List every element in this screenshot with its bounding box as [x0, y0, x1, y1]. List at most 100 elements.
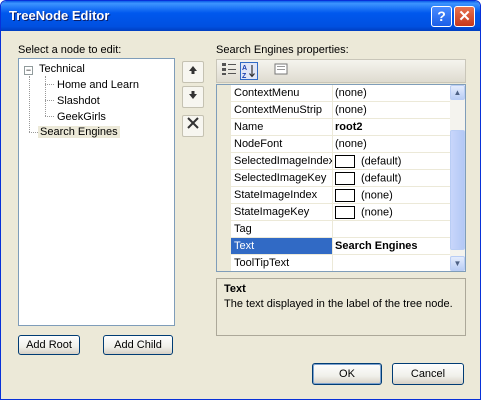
row-margin — [217, 204, 231, 221]
add-root-button[interactable]: Add Root — [18, 335, 80, 355]
treenode-editor-window: TreeNode Editor ? ✕ Select a node to edi… — [0, 0, 481, 400]
property-row[interactable]: ContextMenuStrip (none) — [217, 102, 450, 119]
move-up-button[interactable] — [182, 61, 204, 83]
property-name: SelectedImageIndex — [234, 155, 332, 167]
property-grid[interactable]: ContextMenu (none) ContextMenuStrip (non… — [216, 84, 466, 272]
row-margin — [217, 221, 231, 238]
scroll-down-arrow-icon[interactable]: ▼ — [450, 256, 465, 271]
property-row[interactable]: ContextMenu (none) — [217, 85, 450, 102]
cancel-button[interactable]: Cancel — [392, 363, 464, 385]
scroll-thumb[interactable] — [450, 130, 465, 250]
tree-line — [29, 76, 30, 132]
property-value-text: (default) — [361, 172, 402, 185]
row-margin — [217, 119, 231, 136]
image-swatch — [335, 189, 355, 202]
move-down-button[interactable] — [182, 86, 204, 108]
property-pages-icon — [274, 63, 288, 75]
window-title: TreeNode Editor — [9, 8, 110, 23]
row-margin — [217, 85, 231, 102]
property-row-selected[interactable]: Text Search Engines — [217, 238, 450, 255]
row-margin — [217, 170, 231, 187]
select-node-label: Select a node to edit: — [18, 44, 122, 56]
property-value[interactable]: (none) — [335, 138, 367, 150]
row-margin — [217, 255, 231, 271]
close-button[interactable]: ✕ — [454, 6, 475, 27]
image-swatch — [335, 206, 355, 219]
property-row[interactable]: ToolTipText — [217, 255, 450, 271]
property-row[interactable]: Name root2 — [217, 119, 450, 136]
row-margin — [217, 238, 231, 255]
property-row[interactable]: SelectedImageKey (default) — [217, 170, 450, 187]
column-separator — [332, 204, 333, 221]
property-value-text: (none) — [361, 189, 393, 202]
column-separator — [332, 102, 333, 119]
property-row[interactable]: Tag — [217, 221, 450, 238]
property-row[interactable]: StateImageKey (none) — [217, 204, 450, 221]
property-row[interactable]: NodeFont (none) — [217, 136, 450, 153]
property-name: ContextMenuStrip — [234, 104, 323, 116]
property-name: Text — [234, 240, 255, 252]
svg-text:Z: Z — [242, 73, 247, 79]
arrow-up-icon — [189, 66, 197, 74]
categorized-icon — [222, 63, 236, 75]
row-margin — [217, 153, 231, 170]
property-row[interactable]: StateImageIndex (none) — [217, 187, 450, 204]
property-value-text: (default) — [361, 155, 402, 168]
property-name: Name — [234, 121, 264, 133]
delete-node-button[interactable] — [182, 115, 204, 137]
column-separator — [332, 119, 333, 136]
property-value[interactable]: (default) — [335, 172, 401, 185]
column-separator — [332, 153, 333, 170]
column-separator — [332, 221, 333, 238]
image-swatch — [335, 172, 355, 185]
categorized-view-button[interactable] — [220, 62, 238, 80]
tree-line — [45, 76, 46, 116]
column-separator — [332, 238, 333, 255]
property-value[interactable]: Search Engines — [335, 240, 418, 252]
property-value[interactable]: (none) — [335, 189, 393, 202]
delete-x-icon — [187, 117, 199, 129]
property-value-text: (none) — [361, 206, 393, 219]
property-value[interactable]: (none) — [335, 104, 367, 116]
column-separator — [332, 170, 333, 187]
column-separator — [332, 136, 333, 153]
column-separator — [332, 85, 333, 102]
tree-node-geekgirls[interactable]: GeekGirls — [57, 111, 106, 123]
property-value[interactable]: (none) — [335, 206, 393, 219]
property-name: ToolTipText — [234, 257, 290, 269]
property-name: StateImageKey — [234, 206, 310, 218]
column-separator — [332, 255, 333, 271]
row-margin — [217, 187, 231, 204]
property-name: StateImageIndex — [234, 189, 318, 201]
alphabetical-view-button[interactable]: A Z — [240, 62, 258, 80]
property-pages-button[interactable] — [272, 62, 290, 80]
tree-node-home-and-learn[interactable]: Home and Learn — [57, 79, 139, 91]
ok-button[interactable]: OK — [312, 363, 382, 385]
properties-label: Search Engines properties: — [216, 44, 349, 56]
help-button[interactable]: ? — [431, 6, 452, 27]
tree-node-technical[interactable]: Technical — [39, 63, 85, 75]
tree-node-search-engines[interactable]: Search Engines — [38, 126, 120, 138]
property-row[interactable]: SelectedImageIndex (default) — [217, 153, 450, 170]
description-panel: Text The text displayed in the label of … — [216, 278, 466, 336]
image-swatch — [335, 155, 355, 168]
property-name: ContextMenu — [234, 87, 300, 99]
property-value[interactable]: (none) — [335, 87, 367, 99]
property-value[interactable]: (default) — [335, 155, 401, 168]
row-margin — [217, 102, 231, 119]
property-value[interactable]: root2 — [335, 121, 363, 133]
property-name: Tag — [234, 223, 252, 235]
scroll-up-arrow-icon[interactable]: ▲ — [450, 85, 465, 100]
tree-line — [45, 116, 54, 117]
vertical-scrollbar[interactable]: ▲ ▼ — [450, 85, 465, 271]
collapse-expander-icon[interactable]: − — [24, 66, 33, 75]
title-bar[interactable]: TreeNode Editor ? ✕ — [1, 1, 480, 31]
row-margin — [217, 136, 231, 153]
description-title: Text — [224, 283, 246, 295]
add-child-button[interactable]: Add Child — [103, 335, 173, 355]
property-name: NodeFont — [234, 138, 283, 150]
column-separator — [332, 187, 333, 204]
tree-node-slashdot[interactable]: Slashdot — [57, 95, 100, 107]
node-tree[interactable]: − Technical Home and Learn Slashdot Geek… — [18, 58, 175, 326]
tree-line — [45, 84, 54, 85]
